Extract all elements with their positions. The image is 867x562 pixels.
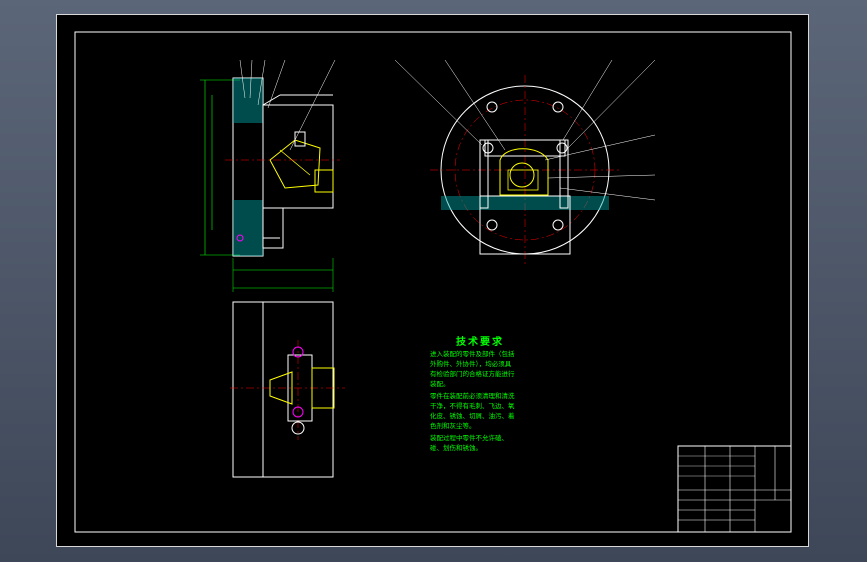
note-line: 化皮、锈蚀、切屑、油污、着 (430, 412, 515, 420)
title-block (677, 445, 792, 533)
front-view (200, 59, 340, 292)
note-line: 零件在装配前必须清理和清洗 (430, 392, 515, 400)
note-line: 装配过程中零件不允许磕、 (430, 434, 508, 442)
note-line: 干净，不得有毛刺、飞边、氧 (430, 402, 515, 410)
note-line: 进入装配的零件及部件（包括 (430, 350, 515, 358)
technical-requirements-title: 技术要求 (456, 337, 504, 348)
cad-drawing (74, 31, 792, 533)
note-line: 外购件、外协件），均必须具 (430, 360, 512, 368)
note-line: 色剂和灰尘等。 (430, 422, 476, 430)
note-line: 碰、划伤和锈蚀。 (430, 444, 482, 452)
side-view (394, 59, 656, 265)
top-view (230, 301, 345, 478)
inner-frame (74, 31, 792, 533)
note-line: 装配。 (430, 380, 450, 388)
note-line: 有检验部门的合格证方能进行 (430, 370, 515, 378)
